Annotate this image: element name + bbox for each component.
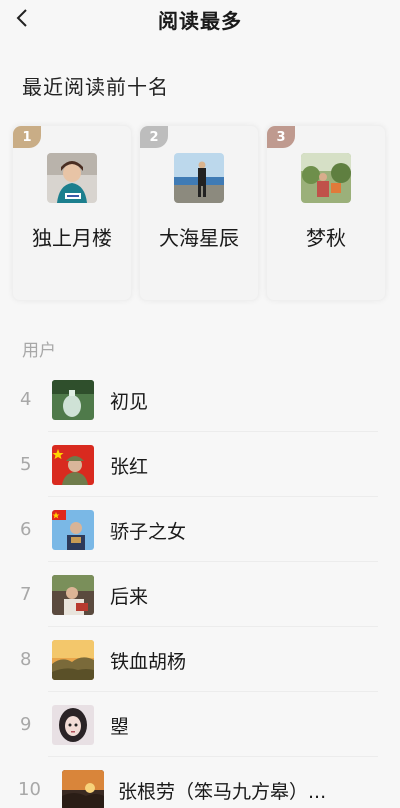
rank-number: 7 [20, 584, 32, 605]
avatar [52, 380, 94, 420]
rank-number: 10 [18, 779, 41, 800]
avatar [174, 153, 224, 203]
avatar [52, 640, 94, 680]
rank-badge: 1 [13, 126, 41, 148]
list-item[interactable]: 7 后来 [0, 563, 400, 627]
user-name: 曌 [110, 716, 130, 738]
top-card-1[interactable]: 1 独上月楼 [12, 125, 132, 301]
user-name: 铁血胡杨 [110, 651, 187, 673]
user-name: 张红 [110, 456, 149, 478]
list-item[interactable]: 8 铁血胡杨 [0, 628, 400, 692]
list-item[interactable]: 5 张红 [0, 433, 400, 497]
avatar [52, 705, 94, 745]
divider [48, 496, 378, 497]
avatar [62, 770, 104, 808]
list-item[interactable]: 10 张根劳（笨马九方皋）... [0, 758, 400, 808]
top-ten-title: 最近阅读前十名 [22, 75, 169, 99]
list-item[interactable]: 6 骄子之女 [0, 498, 400, 562]
divider [48, 626, 378, 627]
rank-number: 6 [20, 519, 32, 540]
header: 阅读最多 [0, 0, 400, 40]
rank-badge: 3 [267, 126, 295, 148]
rank-badge: 2 [140, 126, 168, 148]
top-three-cards: 1 独上月楼 2 大海星辰 3 梦秋 [12, 125, 388, 301]
avatar [301, 153, 351, 203]
top-card-2[interactable]: 2 大海星辰 [139, 125, 259, 301]
avatar [47, 153, 97, 203]
avatar [52, 510, 94, 550]
rank-number: 4 [20, 389, 32, 410]
rank-number: 5 [20, 454, 32, 475]
divider [48, 756, 378, 757]
avatar [52, 575, 94, 615]
user-name: 张根劳（笨马九方皋）... [118, 781, 327, 803]
user-name: 后来 [110, 586, 149, 608]
user-name: 大海星辰 [159, 226, 239, 250]
user-name: 独上月楼 [32, 226, 112, 250]
user-name: 骄子之女 [110, 521, 187, 543]
user-name: 初见 [110, 391, 149, 413]
user-name: 梦秋 [306, 226, 346, 250]
list-item[interactable]: 4 初见 [0, 368, 400, 432]
users-section-label: 用户 [22, 341, 56, 361]
top-card-3[interactable]: 3 梦秋 [266, 125, 386, 301]
divider [48, 691, 378, 692]
avatar [52, 445, 94, 485]
page-title: 阅读最多 [158, 9, 242, 33]
list-item[interactable]: 9 曌 [0, 693, 400, 757]
divider [48, 431, 378, 432]
divider [48, 561, 378, 562]
rank-number: 8 [20, 649, 32, 670]
rank-number: 9 [20, 714, 32, 735]
